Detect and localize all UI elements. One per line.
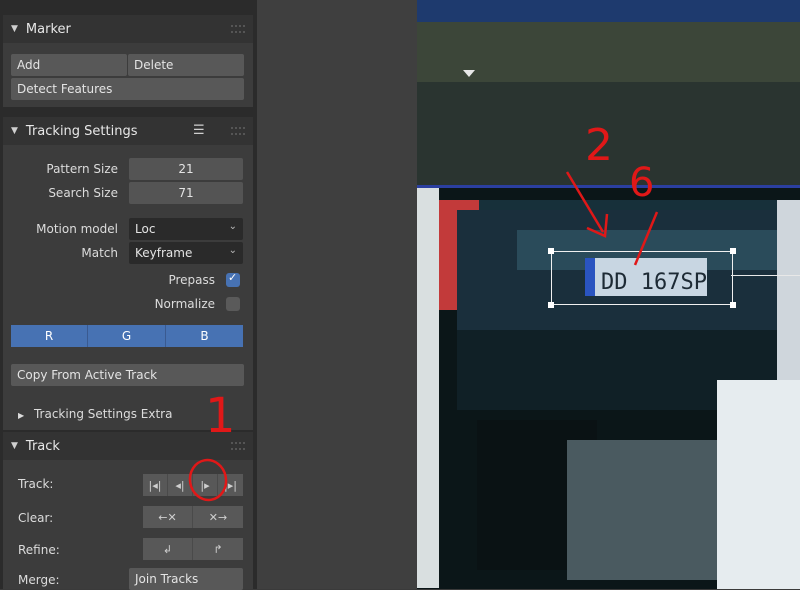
annotation-number-6: 6 [629, 160, 655, 206]
search-size-label: Search Size [48, 186, 118, 200]
annotation-number-1: 1 [205, 388, 236, 444]
tracking-marker[interactable] [548, 248, 736, 308]
chevron-down-icon: ⌄ [228, 245, 237, 256]
presets-list-icon[interactable]: ☰ [193, 123, 205, 138]
add-marker-button[interactable]: Add [11, 54, 127, 76]
marker-panel-header[interactable]: ▼ Marker [3, 15, 253, 43]
collapse-triangle-icon: ▼ [11, 126, 18, 136]
pattern-size-field[interactable]: 21 [129, 158, 243, 180]
tracking-settings-panel-header[interactable]: ▼ Tracking Settings ☰ [3, 117, 253, 145]
match-select[interactable]: Keyframe ⌄ [129, 242, 243, 264]
clear-after-icon[interactable]: ✕→ [193, 506, 243, 528]
normalize-checkbox[interactable] [226, 297, 240, 311]
tracking-settings-extra-title: Tracking Settings Extra [33, 407, 173, 421]
collapse-triangle-icon: ▼ [11, 441, 18, 451]
track-to-start-icon[interactable]: |◂| [143, 474, 168, 496]
prepass-label: Prepass [168, 273, 215, 287]
motion-model-select[interactable]: Loc ⌄ [129, 218, 243, 240]
clear-label: Clear: [18, 511, 54, 525]
refine-forwards-icon[interactable]: ↱ [193, 538, 243, 560]
marker-panel-title: Marker [25, 21, 71, 37]
refine-label: Refine: [18, 543, 60, 557]
search-area-outline [731, 275, 800, 276]
marker-corner-handle[interactable] [548, 248, 554, 254]
detect-features-button[interactable]: Detect Features [11, 78, 244, 100]
motion-model-value: Loc [135, 222, 156, 236]
marker-corner-handle[interactable] [730, 248, 736, 254]
track-to-end-icon[interactable]: |▸| [218, 474, 243, 496]
collapse-triangle-icon: ▼ [11, 24, 18, 34]
motion-model-label: Motion model [36, 222, 118, 236]
clip-viewport[interactable]: DD 167SP 2 6 [417, 0, 800, 589]
channel-g-toggle[interactable]: G [88, 325, 166, 347]
delete-marker-button[interactable]: Delete [128, 54, 244, 76]
channel-r-toggle[interactable]: R [11, 325, 88, 347]
tracking-settings-extra-subpanel[interactable]: ▶ Tracking Settings Extra [18, 407, 172, 421]
annotation-number-2: 2 [585, 120, 613, 171]
expand-triangle-icon: ▶ [18, 411, 25, 420]
marker-corner-handle[interactable] [730, 302, 736, 308]
match-value: Keyframe [135, 246, 193, 260]
marker-corner-handle[interactable] [548, 302, 554, 308]
marker-panel-body: Add Delete Detect Features [3, 43, 253, 107]
track-panel-title: Track [25, 438, 60, 454]
clear-before-icon[interactable]: ←✕ [143, 506, 193, 528]
drag-grip-icon[interactable] [231, 25, 245, 33]
normalize-label: Normalize [154, 297, 215, 311]
track-forwards-icon[interactable]: |▸ [193, 474, 218, 496]
merge-label: Merge: [18, 573, 60, 587]
properties-sidebar: ▼ Marker Add Delete Detect Features ▼ Tr… [0, 0, 257, 590]
join-tracks-button[interactable]: Join Tracks [129, 568, 243, 590]
channel-b-toggle[interactable]: B [166, 325, 243, 347]
prepass-checkbox[interactable]: ✓ [226, 271, 240, 287]
pattern-size-label: Pattern Size [46, 162, 118, 176]
refine-backwards-icon[interactable]: ↲ [143, 538, 193, 560]
chevron-down-icon: ⌄ [228, 221, 237, 232]
search-size-field[interactable]: 71 [129, 182, 243, 204]
track-backwards-icon[interactable]: ◂| [168, 474, 193, 496]
match-label: Match [81, 246, 118, 260]
region-divider [257, 0, 417, 589]
track-label: Track: [18, 477, 54, 491]
copy-from-active-track-button[interactable]: Copy From Active Track [11, 364, 244, 386]
drag-grip-icon[interactable] [231, 127, 245, 135]
tracking-settings-title: Tracking Settings [25, 123, 138, 139]
checkmark-icon: ✓ [228, 271, 238, 284]
